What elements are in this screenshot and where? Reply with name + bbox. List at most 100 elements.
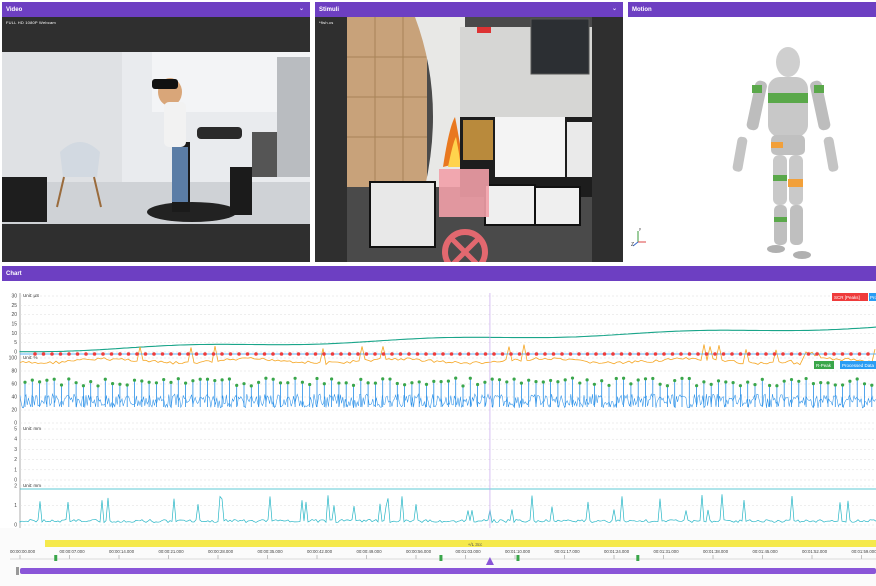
scr-peak-marker — [560, 352, 564, 356]
scr-peak-marker — [169, 352, 173, 356]
r-peak-marker — [855, 377, 859, 381]
r-peak-marker — [527, 378, 531, 382]
scr-peak-marker — [245, 352, 250, 356]
webcam-image — [2, 52, 310, 224]
scr-peak-marker — [441, 352, 445, 356]
r-peak-marker — [476, 382, 480, 387]
scr-peak-marker — [492, 352, 496, 356]
scr-peak-marker — [177, 352, 182, 356]
scr-peak-marker — [160, 352, 165, 356]
r-peak-marker — [227, 377, 231, 381]
scr-peak-marker — [670, 352, 675, 356]
r-peak-marker — [395, 381, 399, 386]
r-peak-marker — [381, 377, 385, 381]
r-peak-marker — [775, 384, 779, 388]
r-peak-marker — [687, 376, 691, 381]
r-peak-marker — [213, 379, 217, 383]
series-line-orange — [19, 344, 876, 366]
scr-peak-marker — [602, 352, 607, 356]
event-marker — [516, 555, 520, 561]
y-tick-label: 1 — [14, 503, 17, 509]
scr-peak-marker — [305, 352, 309, 356]
r-peak-marker — [841, 383, 845, 387]
unit-label: Unit: mm — [23, 426, 41, 431]
scr-peak-marker — [543, 352, 547, 356]
scr-peak-marker — [330, 352, 335, 356]
scr-peak-marker — [237, 352, 241, 356]
r-peak-marker — [344, 381, 348, 385]
scr-peak-marker — [211, 352, 216, 356]
scr-peak-marker — [458, 352, 462, 356]
scr-peak-marker — [364, 352, 369, 356]
chart-panel-header: Chart — [2, 266, 876, 281]
stimuli-frame: *fish.cs — [315, 17, 623, 262]
scr-peak-marker — [50, 352, 54, 356]
r-peak-marker — [96, 384, 100, 388]
scr-peak-marker — [67, 352, 71, 356]
scr-peak-marker — [509, 352, 513, 356]
video-frame: FULL HD 1080P Webcam — [2, 17, 310, 262]
scr-peak-marker — [755, 352, 760, 356]
vr-scene-image — [347, 17, 592, 262]
scr-peak-marker — [789, 352, 794, 356]
video-panel-title: Video — [6, 6, 23, 13]
r-peak-marker — [556, 380, 560, 384]
scr-peak-marker — [194, 352, 199, 356]
y-tick-label: 0 — [14, 523, 17, 529]
scr-peak-marker — [58, 352, 63, 356]
time-tick-label: 00:01:52.000 — [802, 549, 828, 554]
r-peak-marker — [293, 376, 297, 380]
scr-peak-marker — [687, 352, 692, 356]
r-peak-marker — [724, 380, 728, 384]
r-peak-marker — [497, 378, 502, 382]
time-tick-label: 00:01:59.000 — [852, 549, 876, 554]
scr-peak-marker — [271, 352, 275, 356]
time-tick-label: 00:00:56.000 — [406, 549, 432, 554]
r-peak-marker — [351, 383, 356, 387]
time-tick-label: 00:00:00.000 — [10, 549, 36, 554]
time-range-bar — [45, 540, 876, 547]
r-peak-marker — [622, 376, 626, 380]
r-peak-marker — [614, 376, 618, 381]
r-peak-marker — [278, 381, 283, 385]
scr-peak-marker — [534, 352, 539, 356]
collapse-icon[interactable]: ⌄ — [299, 5, 304, 12]
y-tick-label: 60 — [11, 382, 17, 388]
r-peak-marker — [570, 376, 575, 380]
scr-peak-marker — [262, 352, 267, 356]
r-peak-marker — [483, 380, 487, 384]
r-peak-marker — [162, 377, 166, 382]
r-peak-marker — [111, 381, 115, 386]
r-peak-marker — [541, 380, 545, 384]
timeline-background — [0, 528, 876, 586]
r-peak-marker — [789, 377, 794, 382]
scr-peak-marker — [636, 352, 641, 356]
r-peak-marker — [731, 381, 735, 385]
r-peak-marker — [89, 379, 93, 384]
scr-peak-marker — [296, 352, 301, 356]
collapse-icon[interactable]: ⌄ — [612, 5, 617, 12]
r-peak-marker — [643, 377, 648, 381]
scr-peak-marker — [33, 352, 37, 356]
scr-peak-marker — [356, 352, 360, 356]
scr-peak-marker — [220, 352, 224, 356]
r-peak-marker — [337, 381, 341, 385]
r-peak-marker — [592, 382, 597, 386]
scr-peak-marker — [398, 352, 403, 356]
r-peak-marker — [716, 379, 721, 383]
scr-peak-marker — [577, 352, 581, 356]
r-peak-marker — [235, 383, 239, 387]
r-peak-marker — [797, 379, 801, 383]
scr-peak-marker — [424, 352, 428, 356]
motion-viewport[interactable]: Z y — [628, 17, 876, 262]
r-peak-marker — [753, 383, 757, 387]
signal-chart[interactable]: 302520151050Unit: µS100806040200Unit: %5… — [0, 283, 876, 586]
scr-peak-marker — [696, 352, 700, 356]
axis-z-label: Z — [631, 242, 634, 248]
time-tick-label: 00:00:42.000 — [307, 549, 333, 554]
series-line-pro — [19, 326, 876, 353]
r-peak-marker — [680, 376, 684, 380]
scr-peak-marker — [866, 352, 870, 356]
y-tick-label: 15 — [11, 322, 17, 328]
time-tick-label: 00:00:49.000 — [357, 549, 383, 554]
